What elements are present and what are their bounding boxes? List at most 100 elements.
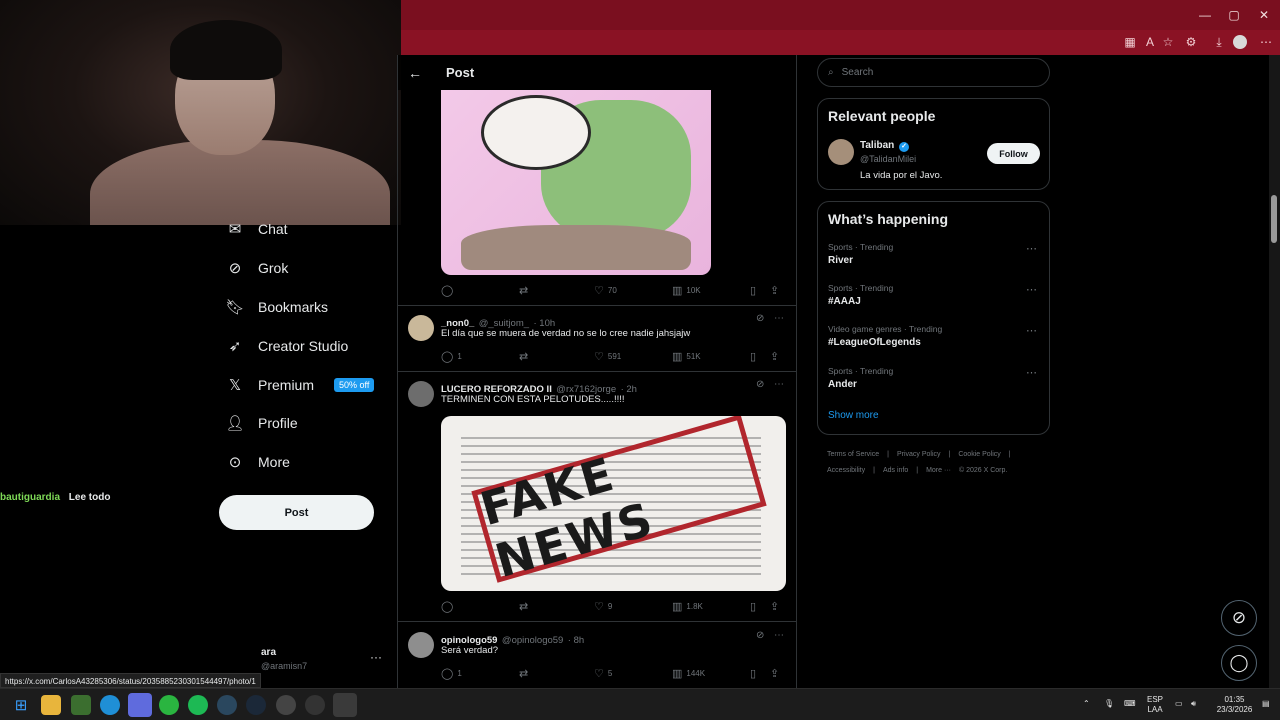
nav-grok[interactable]: ⊘ Grok <box>226 253 289 283</box>
views-action[interactable]: ▥ 51K <box>672 350 750 363</box>
favorite-icon[interactable]: ☆ <box>1159 33 1177 51</box>
bookmark-action[interactable]: ▯ <box>750 667 770 680</box>
bookmark-action[interactable]: ▯ <box>750 284 770 297</box>
views-action[interactable]: ▥ 10K <box>672 284 750 297</box>
nav-more[interactable]: ⊙ More <box>226 447 290 477</box>
back-arrow-icon[interactable]: ← <box>408 65 428 81</box>
menu-icon[interactable]: ⋯ <box>1257 33 1275 51</box>
nav-premium[interactable]: 𝕏 Premium 50% off <box>226 370 375 400</box>
trend-item[interactable]: Sports · Trending #AAAJ ⋯ <box>828 283 1040 307</box>
share-action[interactable]: ⇪ <box>770 600 779 613</box>
terms-link[interactable]: Terms of Service <box>827 451 879 458</box>
grok-icon[interactable]: ⊘ <box>756 313 764 324</box>
repost-action[interactable]: ⇄ <box>519 284 594 297</box>
active-app-icon[interactable] <box>333 693 357 717</box>
more-icon[interactable]: ⋯ <box>1026 242 1037 255</box>
trend-item[interactable]: Sports · Trending Ander ⋯ <box>828 366 1040 390</box>
more-icon[interactable]: ⋯ <box>1026 283 1037 296</box>
share-action[interactable]: ⇪ <box>770 284 779 297</box>
tray-chevron-icon[interactable]: ⌃ <box>1083 699 1090 709</box>
profile-icon[interactable] <box>1233 35 1247 49</box>
ads-info-link[interactable]: Ads info <box>883 467 908 474</box>
avatar[interactable] <box>408 315 434 341</box>
account-handle[interactable]: @aramisn7 <box>261 661 307 671</box>
repost-action[interactable]: ⇄ <box>519 600 594 613</box>
reply-action[interactable]: ◯ <box>441 284 519 297</box>
grok-icon[interactable]: ⊘ <box>756 630 764 641</box>
grok-float-button[interactable]: ⊘ <box>1221 600 1257 636</box>
fake-news-image[interactable]: FAKE NEWS <box>441 416 786 591</box>
footer-more-link[interactable]: More ··· <box>926 467 951 474</box>
read-aloud-icon[interactable]: A <box>1141 33 1159 51</box>
volume-icon[interactable]: 🔊︎ <box>1191 699 1196 709</box>
views-action[interactable]: ▥ 144K <box>672 667 750 680</box>
show-more-link[interactable]: Show more <box>828 410 879 421</box>
close-window-button[interactable]: ✕ <box>1249 6 1279 24</box>
share-action[interactable]: ⇪ <box>770 350 779 363</box>
more-icon[interactable]: ⋯ <box>774 313 784 324</box>
avatar[interactable] <box>828 139 854 165</box>
windows-start-icon[interactable]: ⊞ <box>11 695 31 715</box>
avatar[interactable] <box>408 632 434 658</box>
privacy-link[interactable]: Privacy Policy <box>897 451 941 458</box>
trend-item[interactable]: Video game genres · Trending #LeagueOfLe… <box>828 324 1040 348</box>
views-action[interactable]: ▥ 1.8K <box>672 600 750 613</box>
accessibility-link[interactable]: Accessibility <box>827 467 865 474</box>
minimize-button[interactable]: — <box>1190 6 1220 24</box>
more-icon[interactable]: ⋯ <box>1026 324 1037 337</box>
bookmark-action[interactable]: ▯ <box>750 350 770 363</box>
reply-action[interactable]: ◯ <box>441 600 519 613</box>
microphone-icon[interactable]: 🎙︎ <box>1104 699 1114 709</box>
repost-action[interactable]: ⇄ <box>519 350 594 363</box>
nav-profile[interactable]: 👤︎ Profile <box>225 408 297 438</box>
person-name[interactable]: Taliban <box>860 140 894 151</box>
reply-action[interactable]: ◯ 1 <box>441 350 519 363</box>
file-explorer-icon[interactable] <box>41 695 61 715</box>
steam-icon[interactable] <box>217 695 237 715</box>
account-name[interactable]: ara <box>261 647 276 658</box>
like-action[interactable]: ♡ 5 <box>594 667 672 680</box>
like-action[interactable]: ♡ 9 <box>594 600 672 613</box>
page-scrollbar[interactable] <box>1269 55 1280 688</box>
extensions-icon[interactable]: ⚙ <box>1182 33 1200 51</box>
obs-icon[interactable] <box>305 695 325 715</box>
account-more-button[interactable]: ··· <box>370 650 382 664</box>
clock[interactable]: 01:35 23/3/2026 <box>1212 695 1257 715</box>
whatsapp-icon[interactable] <box>159 695 179 715</box>
minecraft-icon[interactable] <box>71 695 91 715</box>
person-name-row[interactable]: Taliban ✓ <box>860 140 910 152</box>
scrollbar-thumb[interactable] <box>1271 195 1277 243</box>
keyboard-icon[interactable]: ⌨ <box>1124 699 1136 709</box>
bookmark-action[interactable]: ▯ <box>750 600 770 613</box>
avatar[interactable] <box>408 381 434 407</box>
more-icon[interactable]: ⋯ <box>774 630 784 641</box>
edge-icon[interactable] <box>100 695 120 715</box>
app-icon[interactable]: ▦ <box>1121 33 1139 51</box>
cookie-link[interactable]: Cookie Policy <box>958 451 1000 458</box>
like-action[interactable]: ♡ 70 <box>594 284 672 297</box>
maximize-button[interactable]: ▢ <box>1219 6 1249 24</box>
nav-bookmarks[interactable]: 🔖︎ Bookmarks <box>225 292 328 322</box>
share-action[interactable]: ⇪ <box>770 667 779 680</box>
steam-alt-icon[interactable] <box>246 695 266 715</box>
grok-icon[interactable]: ⊘ <box>756 379 764 390</box>
discord-icon[interactable] <box>128 693 152 717</box>
network-icon[interactable]: ▭ <box>1175 699 1183 709</box>
downloads-icon[interactable]: ⤓ <box>1210 33 1228 51</box>
more-icon[interactable]: ⋯ <box>1026 366 1037 379</box>
reply-action[interactable]: ◯ 1 <box>441 667 519 680</box>
nav-chat[interactable]: ✉ Chat <box>226 214 288 244</box>
search-input[interactable]: ⌕ Search <box>817 58 1050 87</box>
messages-float-button[interactable]: ◯ <box>1221 645 1257 681</box>
person-handle[interactable]: @TalidanMilei <box>860 154 916 164</box>
spotify-icon[interactable] <box>188 695 208 715</box>
language-indicator[interactable]: ESP LAA <box>1147 695 1163 715</box>
trend-item[interactable]: Sports · Trending River ⋯ <box>828 242 1040 266</box>
notifications-icon[interactable]: ▤ <box>1262 699 1270 709</box>
follow-button[interactable]: Follow <box>987 143 1040 164</box>
meme-image[interactable] <box>441 90 711 275</box>
more-icon[interactable]: ⋯ <box>774 379 784 390</box>
like-action[interactable]: ♡ 591 <box>594 350 672 363</box>
nav-creator-studio[interactable]: ➶ Creator Studio <box>226 331 349 361</box>
chrome-icon[interactable] <box>276 695 296 715</box>
